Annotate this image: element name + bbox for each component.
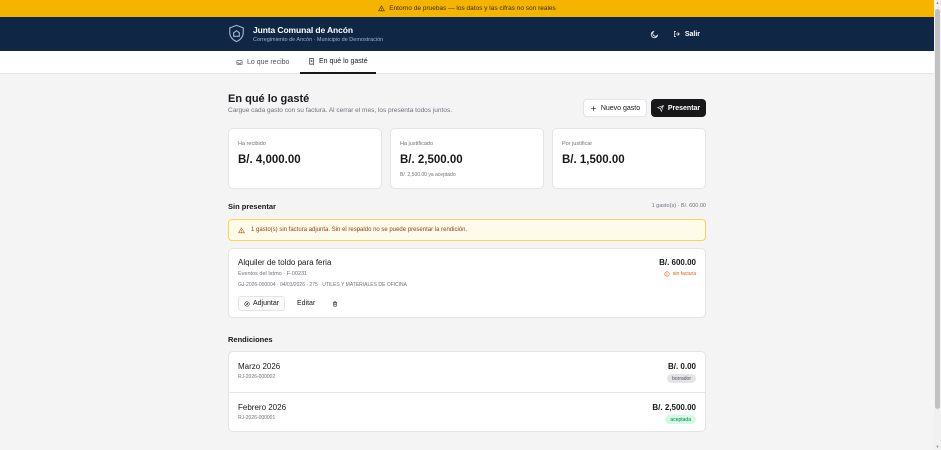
tab-en-que-lo-gaste[interactable]: En qué lo gasté bbox=[300, 51, 376, 74]
theme-toggle-button[interactable] bbox=[649, 28, 661, 40]
logout-icon bbox=[673, 31, 680, 37]
rendition-row[interactable]: Febrero 2026 RJ-2026-000001 B/. 2,500.00… bbox=[229, 392, 705, 432]
stat-card-received: Ha recibido B/. 4,000.00 bbox=[228, 128, 382, 189]
warning-icon bbox=[238, 226, 245, 233]
tab-bar: Lo que recibo En qué lo gasté bbox=[0, 51, 934, 74]
warning-icon bbox=[378, 5, 386, 12]
test-environment-banner: Entorno de pruebas — los datos y las cif… bbox=[0, 0, 934, 17]
present-label: Presentar bbox=[667, 104, 701, 112]
send-icon bbox=[656, 104, 664, 112]
brand[interactable]: Junta Comunal de Ancón Corregimiento de … bbox=[228, 24, 383, 43]
edit-button[interactable]: Editar bbox=[292, 296, 320, 311]
missing-invoice-flag: sin factura bbox=[664, 271, 696, 277]
page-subtitle: Cargue cada gasto con su factura. Al cer… bbox=[228, 107, 453, 114]
logout-label: Salir bbox=[684, 30, 700, 38]
missing-invoice-alert: 1 gasto(s) sin factura adjunta. Sin el r… bbox=[228, 219, 706, 241]
banner-text: Entorno de pruebas — los datos y las cif… bbox=[389, 5, 556, 12]
rendition-title: Febrero 2026 bbox=[238, 403, 287, 412]
flag-label: sin factura bbox=[672, 271, 696, 277]
stat-label: Ha justificado bbox=[400, 141, 434, 147]
expense-card: Alquiler de toldo para feria Eventos del… bbox=[228, 248, 706, 318]
stat-note: B/. 2,500.00 ya aceptado bbox=[400, 172, 456, 178]
app-title: Junta Comunal de Ancón bbox=[253, 24, 353, 35]
alert-text: 1 gasto(s) sin factura adjunta. Sin el r… bbox=[251, 227, 468, 233]
rendition-amount: B/. 0.00 bbox=[667, 362, 696, 371]
tab-label: Lo que recibo bbox=[247, 59, 290, 66]
attach-button[interactable]: Adjuntar bbox=[238, 296, 286, 311]
present-button[interactable]: Presentar bbox=[651, 99, 706, 117]
expense-title: Alquiler de toldo para feria bbox=[238, 258, 332, 267]
scroll-down-arrow[interactable]: ▼ bbox=[935, 444, 940, 450]
app-subtitle: Corregimiento de Ancón · Municipio de De… bbox=[253, 36, 384, 43]
tab-lo-que-recibo[interactable]: Lo que recibo bbox=[228, 51, 297, 74]
expense-amount: B/. 600.00 bbox=[659, 258, 696, 267]
renditions-list: Marzo 2026 RJ-2026-000002 B/. 0.00 borra… bbox=[228, 351, 706, 432]
expense-vendor: Eventos del Istmo · F-00231 bbox=[238, 271, 308, 277]
inbox-icon bbox=[236, 60, 243, 65]
logout-button[interactable]: Salir bbox=[673, 30, 700, 38]
rendition-title: Marzo 2026 bbox=[238, 362, 281, 371]
status-badge: aceptada bbox=[665, 415, 696, 424]
receipt-icon bbox=[309, 58, 314, 65]
section-title-renditions: Rendiciones bbox=[228, 335, 273, 344]
stat-value: B/. 2,500.00 bbox=[400, 154, 463, 166]
expense-meta: GJ-2026-000004 · 04/03/2026 · 275 · UTIL… bbox=[238, 282, 407, 288]
rendition-code: RJ-2026-000002 bbox=[238, 374, 276, 380]
unsubmitted-summary: 1 gasto(s) · B/. 600.00 bbox=[651, 203, 706, 209]
stat-label: Por justificar bbox=[562, 141, 593, 147]
stat-card-justified: Ha justificado B/. 2,500.00 B/. 2,500.00… bbox=[390, 128, 544, 189]
page-scrollbar[interactable]: ▲ ▼ bbox=[934, 0, 941, 450]
paperclip-icon bbox=[244, 300, 250, 307]
rendition-row[interactable]: Marzo 2026 RJ-2026-000002 B/. 0.00 borra… bbox=[229, 352, 705, 392]
rendition-code: RJ-2026-000001 bbox=[238, 415, 276, 421]
page-title: En qué lo gasté bbox=[228, 93, 310, 105]
scroll-up-arrow[interactable]: ▲ bbox=[935, 0, 940, 6]
trash-icon bbox=[333, 300, 337, 307]
new-expense-button[interactable]: Nuevo gasto bbox=[583, 99, 647, 117]
edit-label: Editar bbox=[297, 300, 316, 307]
stat-value: B/. 1,500.00 bbox=[562, 154, 625, 166]
stat-label: Ha recibido bbox=[238, 141, 266, 147]
rendition-amount: B/. 2,500.00 bbox=[652, 403, 696, 412]
scrollbar-thumb[interactable] bbox=[935, 9, 940, 409]
new-expense-label: Nuevo gasto bbox=[600, 104, 641, 112]
delete-button[interactable] bbox=[327, 296, 343, 311]
section-title-unsubmitted: Sin presentar bbox=[228, 202, 276, 211]
stat-value: B/. 4,000.00 bbox=[238, 154, 301, 166]
shield-home-icon bbox=[229, 24, 244, 43]
tab-label: En qué lo gasté bbox=[319, 58, 368, 65]
attach-label: Adjuntar bbox=[253, 300, 280, 307]
status-badge: borrador bbox=[667, 374, 696, 383]
app-header: Junta Comunal de Ancón Corregimiento de … bbox=[0, 17, 934, 51]
alert-circle-icon bbox=[664, 271, 670, 277]
moon-icon bbox=[651, 30, 659, 38]
stat-card-pending: Por justificar B/. 1,500.00 bbox=[552, 128, 706, 189]
plus-icon bbox=[591, 105, 596, 111]
